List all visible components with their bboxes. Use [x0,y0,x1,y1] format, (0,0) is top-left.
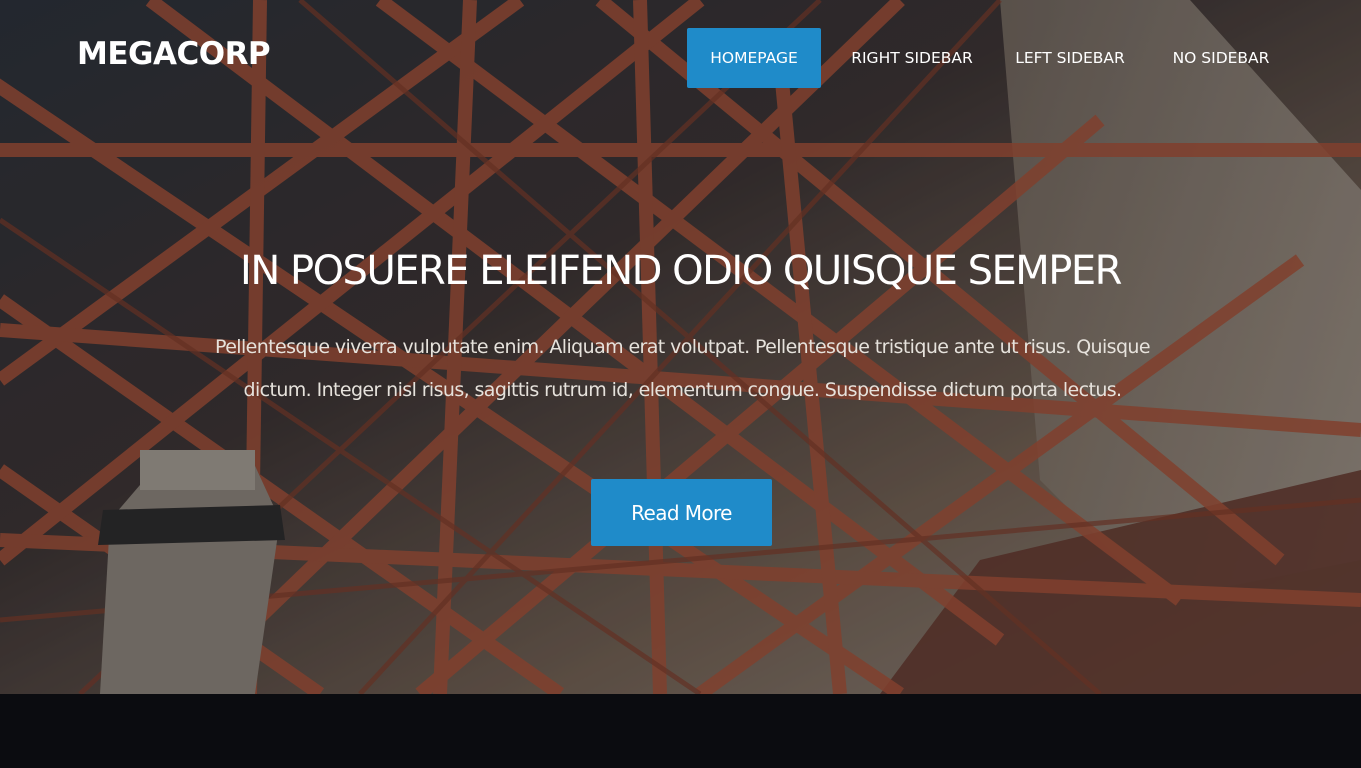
footer-band [0,694,1361,768]
hero-lead-text: Pellentesque viverra vulputate enim. Ali… [215,336,1151,401]
site-logo[interactable]: MEGACORP [77,36,271,72]
read-more-button[interactable]: Read More [591,479,772,546]
nav-item-homepage[interactable]: HOMEPAGE [687,28,821,88]
nav-item-left-sidebar[interactable]: LEFT SIDEBAR [1003,28,1137,88]
nav-item-no-sidebar[interactable]: NO SIDEBAR [1161,28,1281,88]
hero-headline: IN POSUERE ELEIFEND ODIO QUISQUE SEMPER [240,248,1122,294]
nav-item-right-sidebar[interactable]: RIGHT SIDEBAR [837,28,987,88]
hero-section: MEGACORP HOMEPAGE RIGHT SIDEBAR LEFT SID… [0,0,1361,694]
